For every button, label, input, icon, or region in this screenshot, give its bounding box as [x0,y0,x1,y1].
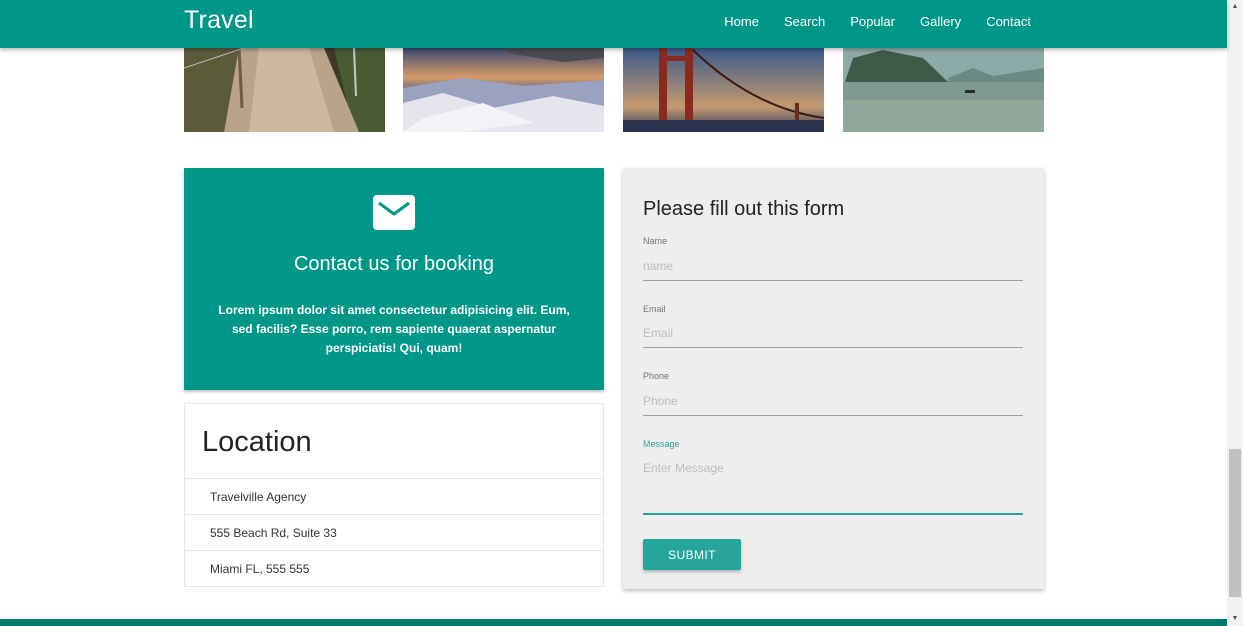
location-line-street: 555 Beach Rd, Suite 33 [185,514,603,551]
message-textarea[interactable] [643,457,1023,515]
scroll-up-arrow-icon[interactable]: ▲ [1227,0,1243,14]
submit-button[interactable]: SUBMIT [643,539,741,570]
nav-link-popular[interactable]: Popular [850,14,895,29]
scroll-down-arrow-icon[interactable]: ▼ [1227,612,1243,626]
nav-link-gallery[interactable]: Gallery [920,14,961,29]
message-label: Message [643,439,680,449]
gallery-image-bay [843,48,1044,132]
page-scrollbar[interactable]: ▲ ▼ [1227,0,1243,626]
email-label: Email [643,304,666,314]
gallery-image-bridge [623,48,824,132]
location-card: Location Travelville Agency 555 Beach Rd… [184,403,604,587]
phone-label: Phone [643,371,670,381]
nav-link-home[interactable]: Home [724,14,759,29]
phone-input[interactable] [643,387,1023,416]
contact-form: Please fill out this form Name Email Pho… [623,168,1044,589]
nav-links: Home Search Popular Gallery Contact [699,14,1031,29]
contact-card: Contact us for booking Lorem ipsum dolor… [184,168,604,390]
nav-link-search[interactable]: Search [784,14,825,29]
location-line-city: Miami FL, 555 555 [185,550,603,587]
footer [0,619,1227,626]
gallery-image-path [184,48,385,132]
nav-link-contact[interactable]: Contact [986,14,1031,29]
contact-title: Contact us for booking [293,253,495,275]
location-title: Location [202,426,312,458]
location-line-agency: Travelville Agency [185,478,603,515]
contact-description: Lorem ipsum dolor sit amet consectetur a… [218,303,570,355]
navbar: Travel Home Search Popular Gallery Conta… [0,0,1227,48]
email-input[interactable] [643,319,1023,348]
scrollbar-thumb[interactable] [1229,449,1241,597]
name-input[interactable] [643,252,1023,281]
brand-logo[interactable]: Travel [184,6,254,35]
name-label: Name [643,236,668,246]
form-title: Please fill out this form [643,198,845,220]
gallery-image-wing [403,48,604,132]
envelope-icon [373,195,415,235]
